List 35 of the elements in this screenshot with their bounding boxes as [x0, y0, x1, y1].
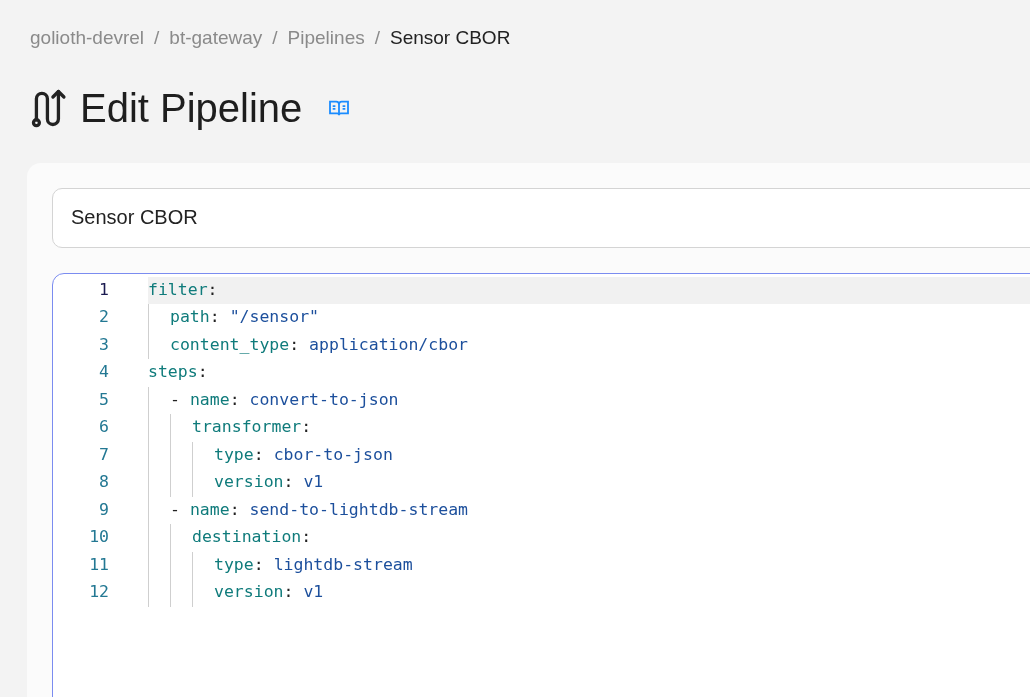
breadcrumb-link[interactable]: golioth-devrel [30, 24, 145, 53]
code-line: type: lightdb-stream [214, 553, 413, 576]
code-line: type: cbor-to-json [214, 443, 393, 466]
breadcrumb-separator: / [272, 26, 278, 50]
pipeline-name-field[interactable]: Sensor CBOR [52, 187, 1030, 248]
page-title: Edit Pipeline [80, 84, 303, 132]
line-number: 11 [88, 553, 109, 576]
line-number: 8 [98, 471, 109, 494]
code-line: - name: send-to-lightdb-stream [170, 498, 469, 521]
book-icon[interactable] [328, 98, 351, 117]
code-line: path: "/sensor" [170, 306, 320, 329]
line-number: 9 [98, 498, 109, 521]
line-number: 7 [98, 443, 109, 466]
breadcrumb-separator: / [154, 26, 160, 50]
breadcrumb-link[interactable]: bt-gateway [169, 24, 263, 53]
code-line: content_type: application/cbor [170, 333, 469, 356]
code-line: transformer: [192, 416, 312, 439]
line-number: 10 [88, 526, 109, 549]
line-number: 3 [98, 333, 109, 356]
code-line: steps: [148, 361, 208, 384]
line-number: 4 [98, 361, 109, 384]
breadcrumb-link[interactable]: Pipelines [287, 24, 365, 53]
code-line: version: v1 [214, 471, 324, 494]
breadcrumb-separator: / [374, 26, 380, 50]
code-editor[interactable] [52, 272, 1030, 697]
line-number: 12 [88, 581, 109, 604]
line-number: 1 [98, 278, 109, 301]
code-line: destination: [192, 526, 312, 549]
code-line: - name: convert-to-json [170, 388, 399, 411]
code-line: filter: [148, 278, 218, 301]
breadcrumb-link[interactable]: Sensor CBOR [390, 24, 511, 53]
line-number: 2 [98, 306, 109, 329]
code-line: version: v1 [214, 581, 324, 604]
line-number: 6 [98, 416, 109, 439]
line-number: 5 [98, 388, 109, 411]
